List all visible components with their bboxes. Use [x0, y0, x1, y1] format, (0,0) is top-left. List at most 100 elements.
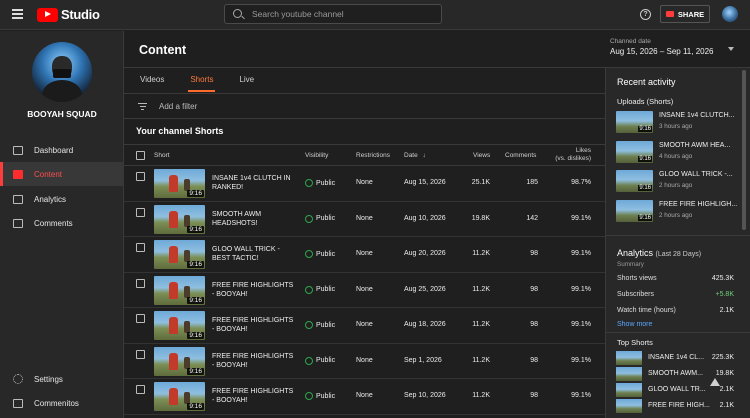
- top-short-thumbnail[interactable]: [616, 383, 642, 397]
- column-header-visibility[interactable]: Visibility: [305, 152, 328, 159]
- upload-title[interactable]: FREE FIRE HIGHLIGH...: [659, 201, 737, 208]
- duration-badge: 9:16: [187, 296, 204, 304]
- short-thumbnail[interactable]: 9:16: [154, 240, 205, 269]
- studio-logo[interactable]: Studio: [37, 7, 100, 22]
- column-header-likes[interactable]: Likes (vs. dislikes): [544, 147, 591, 163]
- row-checkbox[interactable]: [136, 172, 145, 181]
- top-short-item[interactable]: FREE FIRE HIGH... 2.1K: [616, 399, 734, 414]
- table-row[interactable]: 9:16 FREE FIRE HIGHLIGHTS - BOOYAH! Public…: [124, 379, 605, 415]
- short-title[interactable]: INSANE 1v4 CLUTCH IN RANKED!: [212, 174, 297, 192]
- likes-cell: 99.1%: [571, 285, 591, 293]
- upload-title[interactable]: SMOOTH AWM HEA...: [659, 142, 730, 149]
- upload-thumbnail[interactable]: 9:16: [616, 140, 653, 163]
- short-thumbnail[interactable]: 9:16: [154, 275, 205, 305]
- top-bar: Studio ? SHARE: [0, 0, 750, 30]
- top-short-thumbnail[interactable]: [616, 367, 642, 381]
- sidebar-item-feedback[interactable]: Commenitos: [0, 391, 124, 415]
- table-row[interactable]: 9:16 FREE FIRE HIGHLIGHTS - BOOYAH! Public…: [124, 308, 605, 344]
- sidebar-item-dashboard[interactable]: Dashboard: [0, 138, 124, 162]
- comments-cell: 98: [530, 250, 538, 257]
- upload-item[interactable]: 9:16 INSANE 1v4 CLUTCH... 3 hours ago: [616, 111, 746, 135]
- visibility-cell[interactable]: Public: [305, 285, 335, 294]
- upload-title[interactable]: INSANE 1v4 CLUTCH...: [659, 112, 734, 119]
- sidebar-item-content[interactable]: Content: [0, 162, 124, 186]
- column-header-restrictions[interactable]: Restrictions: [356, 152, 390, 159]
- short-title[interactable]: FREE FIRE HIGHLIGHTS - BOOYAH!: [212, 352, 297, 370]
- visibility-cell[interactable]: Public: [305, 179, 335, 187]
- column-header-views[interactable]: Views: [473, 152, 490, 159]
- summary-label: Summary: [617, 261, 644, 268]
- top-short-thumbnail[interactable]: [616, 399, 642, 413]
- visibility-cell[interactable]: Public: [305, 321, 335, 329]
- search-input[interactable]: [252, 7, 432, 21]
- tab-videos[interactable]: Videos: [140, 68, 164, 92]
- visibility-cell[interactable]: Public: [305, 356, 335, 365]
- short-thumbnail[interactable]: 9:16: [154, 311, 205, 340]
- sidebar-item-analytics[interactable]: Analytics: [0, 187, 124, 211]
- upload-title[interactable]: GLOO WALL TRICK -...: [659, 171, 733, 178]
- tab-live[interactable]: Live: [239, 68, 254, 92]
- short-title[interactable]: FREE FIRE HIGHLIGHTS - BOOYAH!: [212, 387, 297, 405]
- short-title[interactable]: FREE FIRE HIGHLIGHTS - BOOYAH!: [212, 316, 297, 334]
- row-checkbox[interactable]: [136, 385, 145, 394]
- scroll-up-icon[interactable]: [710, 378, 720, 386]
- likes-cell: 99.1%: [571, 356, 591, 364]
- menu-icon[interactable]: [12, 9, 23, 19]
- visibility-cell[interactable]: Public: [305, 392, 335, 400]
- scrollbar-thumb[interactable]: [742, 70, 746, 230]
- share-label: SHARE: [677, 9, 705, 19]
- short-thumbnail[interactable]: 9:16: [154, 169, 205, 198]
- help-icon[interactable]: ?: [640, 9, 651, 20]
- top-short-title[interactable]: FREE FIRE HIGH...: [648, 402, 710, 409]
- table-row[interactable]: 9:16 FREE FIRE HIGHLIGHTS - BOOYAH! Public…: [124, 273, 605, 308]
- upload-thumbnail[interactable]: 9:16: [616, 170, 653, 192]
- search-box[interactable]: [224, 4, 442, 24]
- sidebar-item-comments[interactable]: Comments: [0, 211, 124, 235]
- column-header-short[interactable]: Short: [154, 152, 170, 159]
- short-thumbnail[interactable]: 9:16: [154, 346, 205, 376]
- date-range-selector[interactable]: Channed date Aug 15, 2026 – Sep 11, 2026: [610, 38, 735, 56]
- row-checkbox[interactable]: [136, 243, 145, 252]
- top-short-title[interactable]: GLOO WALL TR...: [648, 386, 706, 393]
- top-short-thumbnail[interactable]: [616, 351, 642, 365]
- sidebar-item-settings[interactable]: Settings: [0, 367, 124, 391]
- short-title[interactable]: GLOO WALL TRICK - BEST TACTIC!: [212, 245, 297, 263]
- top-short-item[interactable]: INSANE 1v4 CL... 225.3K: [616, 351, 734, 366]
- top-short-title[interactable]: SMOOTH AWM...: [648, 370, 703, 377]
- visibility-text: Public: [316, 215, 336, 222]
- row-checkbox[interactable]: [136, 349, 145, 359]
- row-checkbox[interactable]: [136, 314, 145, 323]
- row-checkbox[interactable]: [136, 278, 145, 288]
- row-checkbox[interactable]: [136, 207, 145, 217]
- short-title[interactable]: SMOOTH AWM HEADSHOTS!: [212, 210, 297, 228]
- upload-item[interactable]: 9:16 FREE FIRE HIGHLIGH... 2 hours ago: [616, 199, 746, 224]
- column-header-date[interactable]: Date ↓: [404, 152, 426, 159]
- top-short-title[interactable]: INSANE 1v4 CL...: [648, 354, 704, 361]
- visibility-cell[interactable]: Public: [305, 214, 336, 223]
- short-title[interactable]: FREE FIRE HIGHLIGHTS - BOOYAH!: [212, 281, 297, 299]
- table-row[interactable]: 9:16 GLOO WALL TRICK - BEST TACTIC! Public…: [124, 237, 605, 273]
- stat-value: +5.8K: [715, 291, 735, 298]
- table-row[interactable]: 9:16 FREE FIRE HIGHLIGHTS - BOOYAH! Public…: [124, 344, 605, 379]
- upload-item[interactable]: 9:16 GLOO WALL TRICK -... 2 hours ago: [616, 170, 746, 194]
- add-filter-input[interactable]: Add a filter: [159, 102, 197, 111]
- upload-thumbnail[interactable]: 9:16: [616, 111, 653, 133]
- section-title: Your channel Shorts: [136, 126, 224, 136]
- upload-item[interactable]: 9:16 SMOOTH AWM HEA... 4 hours ago: [616, 140, 746, 165]
- filter-bar[interactable]: Add a filter: [124, 93, 605, 119]
- thumbnail-figure: [184, 214, 190, 227]
- share-button[interactable]: SHARE: [660, 5, 710, 23]
- channel-avatar[interactable]: [32, 42, 92, 102]
- table-row[interactable]: 9:16 INSANE 1v4 CLUTCH IN RANKED! Public No…: [124, 166, 605, 202]
- short-thumbnail[interactable]: 9:16: [154, 204, 205, 234]
- upload-thumbnail[interactable]: 9:16: [616, 199, 653, 222]
- select-all-checkbox[interactable]: [136, 151, 145, 160]
- visibility-cell[interactable]: Public: [305, 250, 335, 258]
- account-avatar[interactable]: [722, 6, 738, 22]
- show-more-link[interactable]: Show more: [617, 321, 652, 328]
- table-row[interactable]: 9:16 SMOOTH AWM HEADSHOTS! Public None Aug 1…: [124, 202, 605, 237]
- tab-shorts[interactable]: Shorts: [188, 68, 216, 92]
- scrollbar[interactable]: [741, 68, 747, 418]
- column-header-comments[interactable]: Comments: [505, 152, 536, 159]
- short-thumbnail[interactable]: 9:16: [154, 382, 205, 411]
